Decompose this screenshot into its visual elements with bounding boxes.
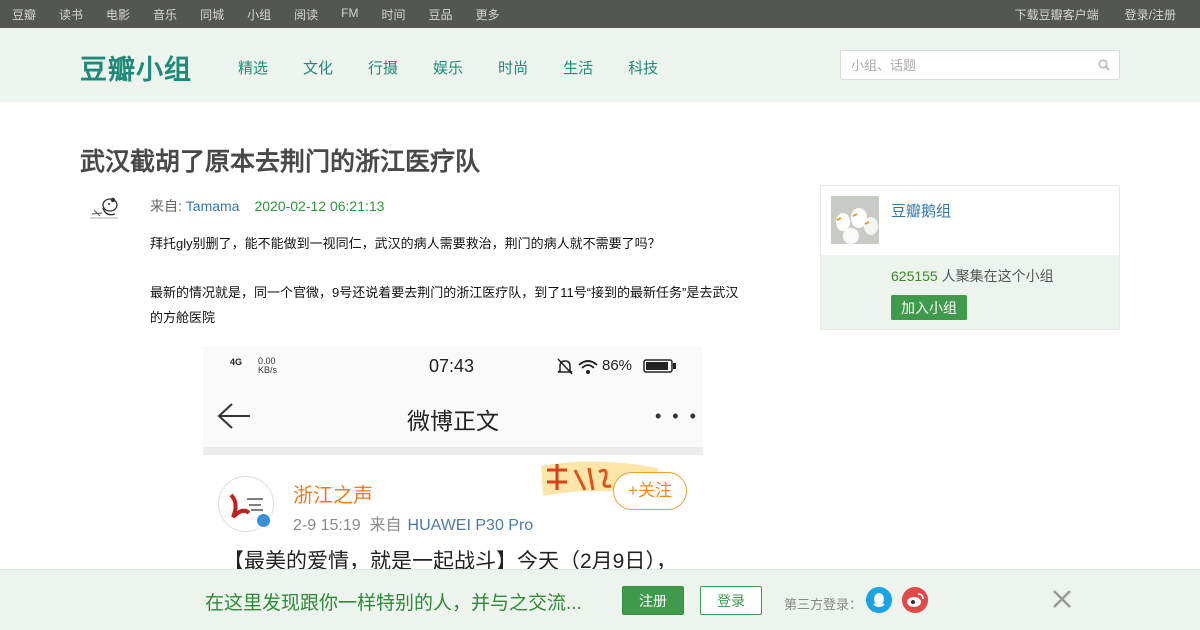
post-meta: 2-9 15:19 来自 HUAWEI P30 Pro	[293, 511, 533, 535]
global-nav-books[interactable]: 读书	[59, 6, 83, 23]
member-count-number: 625155	[891, 268, 938, 284]
post-date: 2-9 15:19	[293, 517, 361, 534]
login-banner: 在这里发现跟你一样特别的人，并与之交流... 注册 登录 第三方登录：	[0, 569, 1200, 630]
battery-icon	[643, 359, 676, 373]
category-culture[interactable]: 文化	[303, 57, 333, 78]
global-nav-fm[interactable]: FM	[341, 6, 358, 23]
post-source-label: 来自	[369, 517, 402, 534]
user-avatar[interactable]	[88, 192, 122, 222]
category-travel[interactable]: 行摄	[368, 57, 398, 78]
verified-badge-icon	[255, 512, 272, 529]
global-nav-read[interactable]: 阅读	[294, 6, 318, 23]
group-thumbnail[interactable]	[831, 196, 879, 244]
account-name: 浙江之声	[293, 485, 373, 507]
topic-meta: 来自: Tamama 2020-02-12 06:21:13	[150, 196, 384, 216]
global-nav-groups[interactable]: 小组	[247, 6, 271, 23]
member-count: 625155 人聚集在这个小组	[891, 266, 1054, 286]
phone-clock: 07:43	[429, 356, 475, 376]
group-card-footer: 625155 人聚集在这个小组 加入小组	[821, 255, 1119, 329]
group-logo[interactable]: 豆瓣小组	[80, 48, 192, 87]
group-category-nav: 精选 文化 行摄 娱乐 时尚 生活 科技	[238, 57, 693, 78]
category-tech[interactable]: 科技	[628, 57, 658, 78]
category-featured[interactable]: 精选	[238, 57, 268, 78]
weibo-page-title: 微博正文	[407, 408, 499, 434]
search-input[interactable]	[841, 51, 1081, 79]
topic-paragraph: 拜托gly别删了，能不能做到一视同仁，武汉的病人需要救治，荆门的病人就不需要了吗…	[150, 236, 661, 251]
signal-indicator: 4G	[230, 357, 243, 367]
login-register-link[interactable]: 登录/注册	[1125, 6, 1176, 23]
global-nav-douban[interactable]: 豆瓣	[12, 6, 36, 23]
search-box	[840, 50, 1120, 80]
topic-title: 武汉截胡了原本去荆门的浙江医疗队	[80, 148, 481, 176]
global-nav-local[interactable]: 同城	[200, 6, 224, 23]
banner-text: 在这里发现跟你一样特别的人，并与之交流...	[205, 593, 582, 614]
post-device: HUAWEI P30 Pro	[407, 517, 534, 534]
author-link[interactable]: Tamama	[186, 198, 240, 214]
divider	[203, 447, 703, 455]
third-party-login-label: 第三方登录：	[784, 597, 863, 612]
group-header: 豆瓣小组 精选 文化 行摄 娱乐 时尚 生活 科技	[0, 28, 1200, 102]
download-app-link[interactable]: 下载豆瓣客户端	[1015, 6, 1099, 23]
weibo-login-icon[interactable]	[902, 587, 928, 613]
category-life[interactable]: 生活	[563, 57, 593, 78]
category-entertainment[interactable]: 娱乐	[433, 57, 463, 78]
network-speed: 0.00 KB/s	[258, 357, 277, 375]
global-nav-market[interactable]: 豆品	[428, 6, 452, 23]
category-fashion[interactable]: 时尚	[498, 57, 528, 78]
global-nav-links: 豆瓣 读书 电影 音乐 同城 小组 阅读 FM 时间 豆品 更多	[0, 6, 522, 23]
more-dots-icon: • • •	[655, 406, 699, 426]
global-nav-movies[interactable]: 电影	[106, 6, 130, 23]
group-name-link[interactable]: 豆瓣鹅组	[891, 200, 951, 221]
close-icon[interactable]	[1050, 587, 1074, 611]
battery-percent: 86%	[602, 357, 633, 374]
group-card: 豆瓣鹅组 625155 人聚集在这个小组 加入小组	[820, 185, 1120, 330]
member-count-suffix: 人聚集在这个小组	[937, 268, 1054, 284]
group-card-header: 豆瓣鹅组	[821, 186, 1119, 255]
network-speed-unit: KB/s	[258, 365, 278, 375]
qq-login-icon[interactable]	[866, 587, 892, 613]
register-button[interactable]: 注册	[622, 586, 684, 615]
global-nav: 豆瓣 读书 电影 音乐 同城 小组 阅读 FM 时间 豆品 更多 下载豆瓣客户端…	[0, 0, 1200, 28]
login-button[interactable]: 登录	[700, 586, 762, 615]
global-nav-time[interactable]: 时间	[381, 6, 405, 23]
global-nav-more[interactable]: 更多	[475, 6, 499, 23]
global-nav-account: 下载豆瓣客户端 登录/注册	[989, 6, 1200, 23]
from-label: 来自:	[150, 198, 186, 214]
search-icon[interactable]	[1098, 59, 1110, 71]
global-nav-music[interactable]: 音乐	[153, 6, 177, 23]
topic-paragraph: 最新的情况就是，同一个官微，9号还说着要去荆门的浙江医疗队，到了11号“接到的最…	[150, 285, 739, 325]
post-time: 2020-02-12 06:21:13	[254, 198, 385, 214]
join-group-button[interactable]: 加入小组	[891, 295, 967, 320]
weibo-screenshot: 4G 0.00 KB/s 07:43 86% 微博正文 • • • 浙江之声 2-…	[203, 346, 703, 576]
follow-button: +关注	[613, 472, 687, 510]
